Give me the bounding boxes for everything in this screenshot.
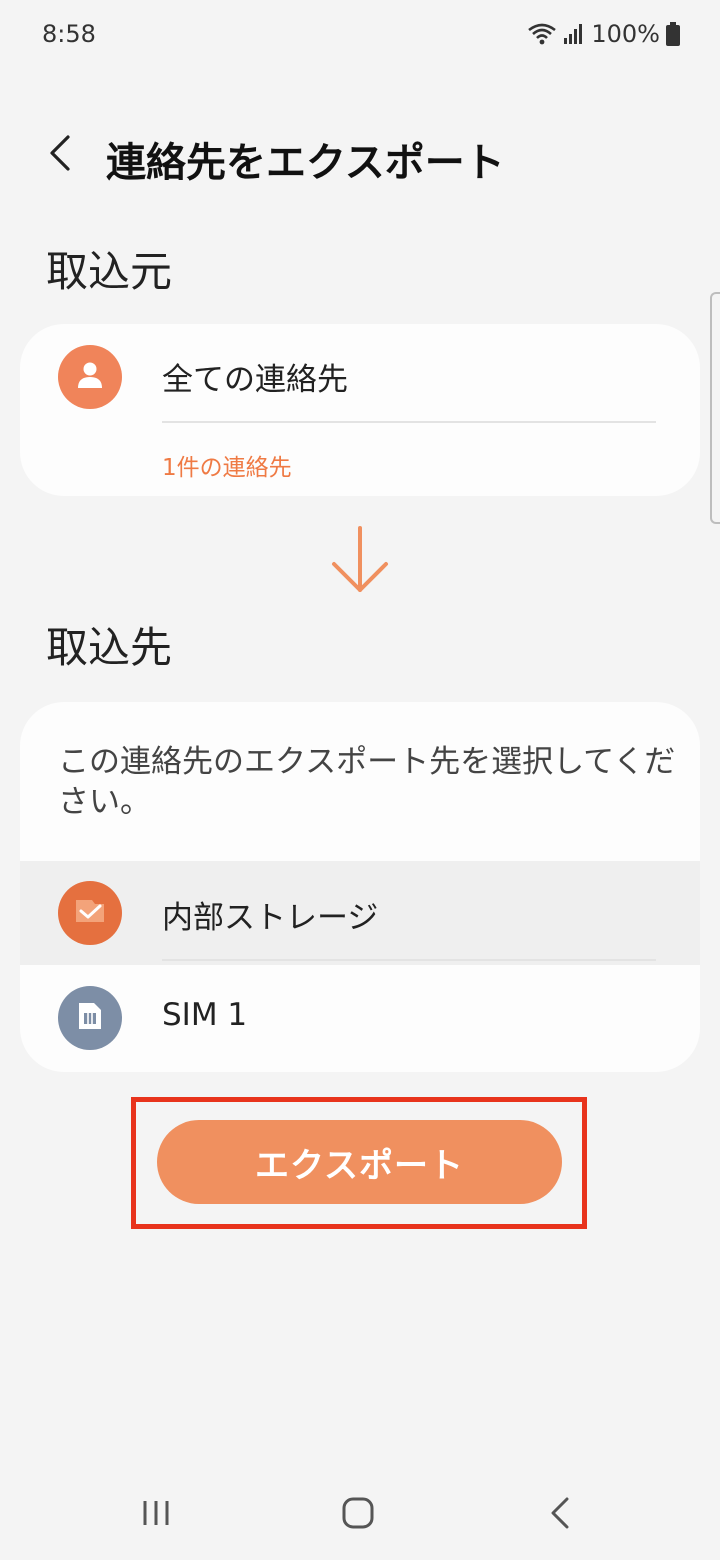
person-icon [75, 360, 105, 394]
divider [162, 421, 656, 423]
check-icon [73, 896, 107, 930]
back-icon [548, 1496, 572, 1534]
recent-apps-icon [141, 1498, 171, 1532]
destination-description: この連絡先のエクスポート先を選択してください。 [58, 744, 676, 820]
back-button[interactable] [30, 125, 90, 185]
destination-card: この連絡先のエクスポート先を選択してください。 内部ストレージ SIM 1 [20, 702, 700, 1072]
back-chevron-icon [46, 133, 74, 177]
page-title: 連絡先をエクスポート [106, 140, 505, 186]
sim-card-icon [77, 1001, 103, 1035]
arrow-down-icon [330, 526, 390, 596]
recent-apps-button[interactable] [126, 1490, 186, 1540]
source-avatar [58, 345, 122, 409]
nav-back-button[interactable] [530, 1490, 590, 1540]
export-button[interactable]: エクスポート [157, 1120, 562, 1204]
battery-text: 100% [591, 20, 660, 48]
signal-icon [563, 23, 585, 45]
app-header: 連絡先をエクスポート [0, 120, 720, 190]
option-label: 内部ストレージ [162, 900, 379, 936]
status-bar: 8:58 100% [0, 0, 720, 70]
wifi-icon [527, 22, 557, 46]
scroll-handle[interactable] [710, 292, 720, 524]
source-item-count: 1件の連絡先 [162, 455, 292, 481]
option-label: SIM 1 [162, 997, 248, 1033]
home-button[interactable] [328, 1490, 388, 1540]
sim-avatar [58, 986, 122, 1050]
battery-icon [666, 22, 680, 46]
option-sim-1[interactable]: SIM 1 [20, 966, 700, 1070]
status-icons: 100% [527, 20, 680, 48]
source-section-title: 取込元 [46, 247, 173, 296]
home-icon [341, 1496, 375, 1534]
option-internal-storage[interactable]: 内部ストレージ [20, 861, 700, 965]
internal-storage-avatar [58, 881, 122, 945]
status-time: 8:58 [42, 20, 96, 48]
destination-section-title: 取込先 [46, 623, 173, 672]
divider [162, 959, 656, 961]
source-card[interactable]: 全ての連絡先 1件の連絡先 [20, 324, 700, 496]
navigation-bar [0, 1470, 720, 1560]
source-item-label: 全ての連絡先 [162, 362, 348, 398]
